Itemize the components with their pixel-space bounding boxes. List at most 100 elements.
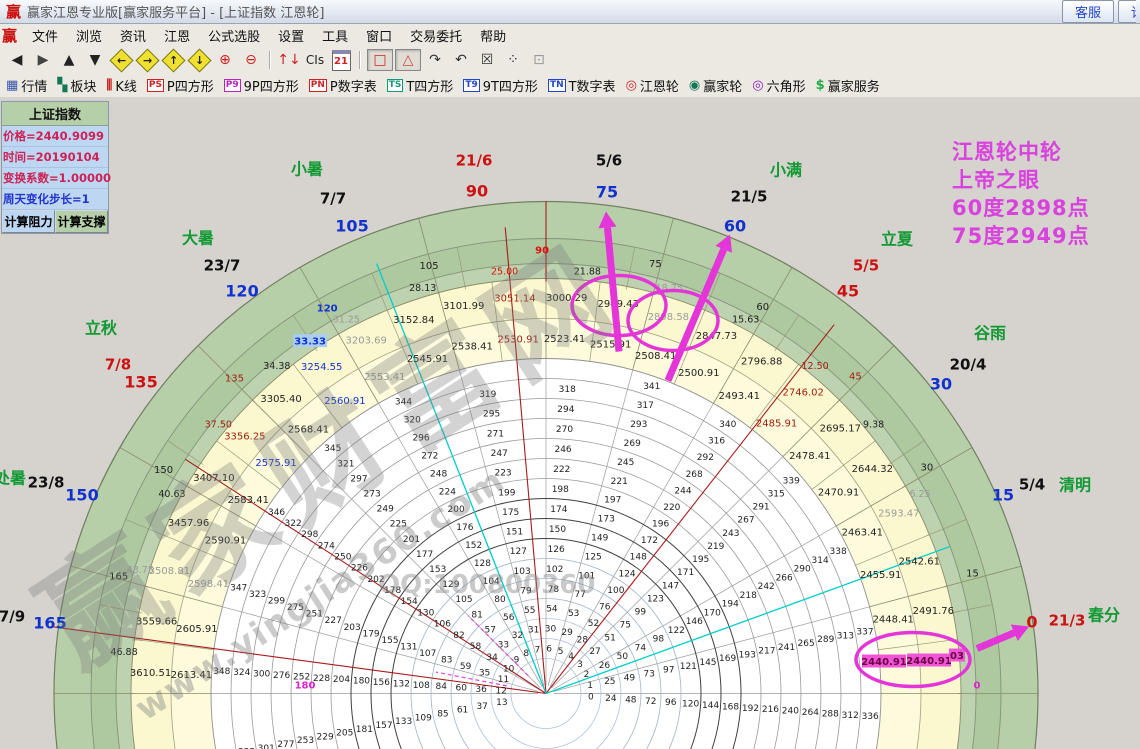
menu-item-7[interactable]: 窗口 — [357, 24, 401, 47]
diamond-up-icon[interactable]: ↑ — [161, 50, 185, 70]
wheel-number: 346 — [268, 508, 285, 518]
wheel-number: 37 — [476, 702, 487, 712]
zoom-in-icon[interactable]: ⊕ — [213, 50, 237, 70]
ribbon-item-winner-wheel[interactable]: ◉赢家轮 — [689, 76, 742, 95]
triangle-tool-icon[interactable]: △ — [395, 49, 421, 71]
menu-item-1[interactable]: 浏览 — [67, 24, 111, 47]
wheel-number: 205 — [336, 729, 353, 739]
wheel-number: 269 — [624, 439, 641, 449]
info-row-3: 周天变化步长=1 — [2, 189, 108, 210]
wheel-number: 82 — [453, 631, 464, 641]
p-square-label: P四方形 — [167, 76, 214, 95]
wheel-number: 203 — [344, 623, 361, 633]
ribbon-item-p-square[interactable]: PSP四方形 — [147, 76, 214, 95]
wheel-number: 276 — [273, 671, 290, 681]
ribbon-item-quotes[interactable]: ▦行情 — [6, 76, 47, 95]
menu-item-6[interactable]: 工具 — [313, 24, 357, 47]
solar-term-label: 小暑 — [291, 160, 323, 179]
zoom-out-icon[interactable]: ⊖ — [239, 50, 263, 70]
wheel-number: 317 — [637, 401, 654, 411]
wheel-number: 157 — [375, 721, 392, 731]
price-label-outer: 3407.10 — [193, 473, 234, 484]
wheel-number: 199 — [498, 488, 515, 498]
rect-tool-icon[interactable]: □ — [367, 49, 393, 71]
forum-button[interactable]: 论坛 — [1118, 0, 1136, 23]
wheel-number: 226 — [351, 564, 368, 574]
degree-ring-label: 45 — [849, 371, 862, 382]
price-label-inner: 2470.91 — [818, 487, 859, 498]
wheel-number: 25 — [604, 677, 615, 687]
window-title: 赢家江恩专业版[赢家服务平台] - [上证指数 江恩轮] — [27, 2, 324, 21]
hexagon-label: 六角形 — [767, 76, 806, 95]
menu-item-3[interactable]: 江恩 — [155, 24, 199, 47]
wheel-number: 266 — [776, 573, 793, 583]
price-label-outer: 2847.73 — [696, 331, 737, 342]
diamond-right-icon[interactable]: → — [135, 50, 159, 70]
price-label-inner: 2523.41 — [544, 334, 585, 345]
date-label: 5/6 — [596, 152, 622, 170]
wheel-number: 122 — [668, 626, 685, 636]
wheel-number: 59 — [460, 662, 472, 672]
calc-resistance-button[interactable]: 计算阻力 — [2, 210, 55, 233]
info-row-0: 价格=2440.9099 — [2, 126, 108, 147]
ribbon-item-winner-service[interactable]: $赢家服务 — [816, 76, 880, 95]
ribbon-item-gann-wheel[interactable]: ◎江恩轮 — [626, 76, 679, 95]
wheel-number: 29 — [561, 628, 573, 638]
wheel-number: 272 — [421, 451, 438, 461]
ribbon-item-9p-square[interactable]: P99P四方形 — [224, 76, 299, 95]
dotted-cross-icon[interactable]: ⁘ — [501, 50, 525, 70]
menu-item-5[interactable]: 设置 — [269, 24, 313, 47]
cls-label[interactable]: CIs — [303, 50, 327, 70]
up-triangle-icon[interactable]: ▲ — [57, 50, 81, 70]
wheel-number: 155 — [381, 636, 398, 646]
wheel-number: 253 — [297, 736, 314, 746]
date-label: 21/6 — [456, 152, 493, 170]
app-logo-icon: 赢 — [6, 1, 21, 22]
forward-arrow-icon[interactable]: ▶ — [31, 50, 55, 70]
p-number-table-icon: PN — [309, 79, 327, 92]
wheel-number: 98 — [653, 635, 665, 645]
menu-item-9[interactable]: 帮助 — [471, 24, 515, 47]
wheel-number: 267 — [737, 516, 754, 526]
diamond-down-icon[interactable]: ↓ — [187, 50, 211, 70]
screen-icon[interactable]: ⊡ — [527, 50, 551, 70]
degree-label: 90 — [466, 182, 488, 201]
menu-item-8[interactable]: 交易委托 — [401, 24, 471, 47]
percent-label: 6.25 — [909, 489, 930, 500]
ribbon-item-9t-square[interactable]: T99T四方形 — [463, 76, 538, 95]
price-label-inner: 2553.41 — [364, 372, 405, 383]
wheel-number: 8 — [523, 649, 529, 659]
wheel-number: 83 — [441, 655, 452, 665]
wheel-number: 224 — [439, 487, 456, 497]
wheel-number: 198 — [552, 485, 569, 495]
rotate-ccw-icon[interactable]: ↶ — [449, 50, 473, 70]
ribbon-item-t-square[interactable]: TST四方形 — [387, 76, 454, 95]
menu-item-2[interactable]: 资讯 — [111, 24, 155, 47]
wheel-number: 127 — [510, 547, 527, 557]
down-triangle-icon[interactable]: ▼ — [83, 50, 107, 70]
ribbon-item-hexagon[interactable]: ◎六角形 — [752, 76, 805, 95]
ribbon-item-kline[interactable]: ⫼K线 — [106, 76, 137, 95]
wheel-number: 154 — [401, 597, 418, 607]
degree-label: 15 — [992, 486, 1014, 505]
ribbon-item-t-number-table[interactable]: TNT数字表 — [548, 76, 616, 95]
wheel-number: 295 — [483, 410, 500, 420]
ribbon-item-p-number-table[interactable]: PNP数字表 — [309, 76, 377, 95]
frame-x-icon[interactable]: ☒ — [475, 50, 499, 70]
wheel-number: 97 — [663, 666, 674, 676]
wheel-number: 337 — [856, 627, 873, 637]
diamond-left-icon[interactable]: ← — [109, 50, 133, 70]
menu-item-0[interactable]: 文件 — [23, 24, 67, 47]
updown-arrows-icon[interactable]: ↑↓ — [277, 50, 301, 70]
calc-support-button[interactable]: 计算支撑 — [55, 210, 108, 233]
back-arrow-icon[interactable]: ◀ — [5, 50, 29, 70]
customer-service-button[interactable]: 客服 — [1062, 0, 1114, 23]
calendar-icon[interactable]: 21 — [329, 50, 353, 70]
price-label-outer: 3356.25 — [224, 431, 265, 442]
price-label-outer: 2491.76 — [913, 606, 954, 617]
rotate-cw-icon[interactable]: ↷ — [423, 50, 447, 70]
wheel-number: 85 — [437, 710, 448, 720]
percent-label: 43.75 — [127, 565, 154, 576]
ribbon-item-sectors[interactable]: ▚板块 — [57, 76, 96, 95]
menu-item-4[interactable]: 公式选股 — [199, 24, 269, 47]
